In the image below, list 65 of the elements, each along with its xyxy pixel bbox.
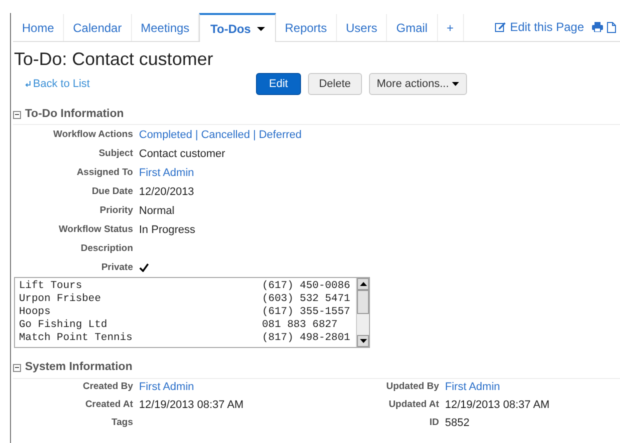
nav-tab[interactable]: Users (336, 14, 388, 41)
contact-name: Match Point Tennis (19, 332, 134, 346)
field-label: Workflow Status (58, 222, 133, 237)
workflow-link[interactable]: Deferred (258, 126, 302, 143)
edit-button[interactable]: Edit (256, 73, 301, 95)
delete-button[interactable]: Delete (308, 73, 362, 95)
edit-page-link[interactable]: Edit this Page (494, 18, 584, 36)
field-label: Created At (84, 398, 133, 412)
contact-name: Urpon Frisbee (19, 293, 102, 306)
field-label: Priority (98, 204, 133, 218)
field-label: Private (100, 260, 133, 275)
print-icon[interactable] (592, 22, 603, 32)
collapse-icon[interactable] (13, 110, 21, 119)
field-label: Tags (110, 416, 133, 430)
field-value: 5852 (445, 416, 470, 432)
user-link[interactable]: First Admin (445, 379, 500, 396)
nav-tab[interactable]: Home (13, 14, 64, 41)
field-label: Updated At (388, 398, 439, 412)
contact-phone: (603) 532 5471 (262, 293, 350, 306)
workflow-link[interactable]: Cancelled (201, 126, 250, 143)
contact-name: Go Fishing Ltd (19, 319, 108, 332)
section-title: To-Do Information (25, 107, 124, 122)
scroll-down-icon (360, 339, 366, 344)
return-arrow-icon (25, 81, 31, 87)
contacts-list-box[interactable]: Lift Tours (617) 450-0086 Urpon Frisbee (603) 532 5471 Hoops (617) 355-1557 Go Fishing Ltd 081 883 6827 Match Point Tennis (817) 498-2801 (14, 277, 370, 348)
section-title: System Information (25, 360, 132, 376)
user-link[interactable]: First Admin (139, 379, 194, 396)
field-label: Workflow Actions (52, 128, 133, 142)
field-label: Created By (82, 380, 133, 394)
user-link[interactable]: First Admin (139, 164, 194, 181)
contact-name: Lift Tours (19, 280, 84, 293)
field-label: Description (80, 242, 133, 256)
nav-tab[interactable]: Gmail (387, 14, 438, 41)
separator: | (194, 128, 200, 142)
nav-tab[interactable]: To-Dos (199, 13, 276, 42)
field-label: Due Date (90, 184, 133, 199)
field-value: Normal (139, 204, 174, 218)
nav-tab[interactable]: Calendar (64, 14, 132, 41)
field-value: Contact customer (139, 146, 226, 162)
nav-tab[interactable]: + (438, 14, 464, 41)
contact-phone: 081 883 6827 (262, 319, 338, 332)
field-value: 12/19/2013 08:37 AM (139, 398, 244, 414)
separator: | (252, 128, 257, 142)
more-actions-button[interactable]: More actions... (368, 73, 467, 95)
field-value: 12/19/2013 08:37 AM (445, 398, 550, 414)
contact-phone: (817) 498-2801 (262, 332, 350, 346)
contact-phone: (617) 450-0086 (262, 280, 350, 293)
scrollbar[interactable] (356, 278, 369, 348)
document-icon[interactable] (607, 22, 616, 32)
workflow-link[interactable]: Completed (139, 126, 192, 143)
scroll-up-icon (360, 282, 366, 286)
edit-icon (494, 22, 506, 32)
field-label: Updated By (385, 380, 439, 394)
back-link[interactable]: Back to List (25, 76, 256, 92)
contact-name: Hoops (19, 306, 52, 319)
field-label: Assigned To (76, 166, 133, 180)
caret-icon (452, 82, 459, 86)
field-value: In Progress (139, 222, 196, 238)
nav-tab[interactable]: Reports (276, 14, 337, 41)
collapse-icon[interactable] (13, 364, 21, 372)
page-title: To-Do: Contact customer (14, 48, 214, 70)
field-value: 12/20/2013 (139, 184, 194, 200)
field-label: Subject (98, 146, 133, 161)
field-label: ID (428, 416, 439, 430)
contact-phone: (617) 355-1557 (262, 306, 350, 320)
